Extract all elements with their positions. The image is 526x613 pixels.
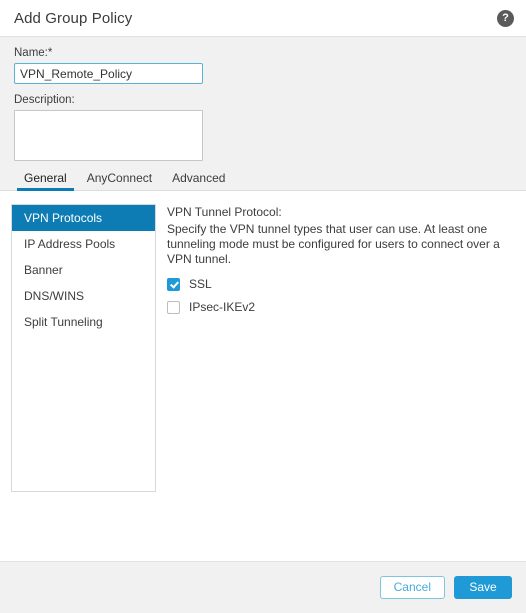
- page-title: Add Group Policy: [14, 9, 133, 27]
- add-group-policy-dialog: Add Group Policy ? Name:* Description: G…: [0, 0, 526, 613]
- tab-bar: General AnyConnect Advanced: [0, 167, 526, 191]
- checkbox-ipsec-ikev2-label: IPsec-IKEv2: [189, 300, 256, 314]
- sidebar-item-banner[interactable]: Banner: [12, 257, 155, 283]
- description-textarea[interactable]: [14, 110, 203, 161]
- dialog-body: VPN Protocols IP Address Pools Banner DN…: [0, 191, 526, 561]
- name-label: Name:*: [14, 47, 53, 59]
- checkbox-row-ipsec-ikev2[interactable]: IPsec-IKEv2: [167, 301, 520, 314]
- tab-advanced[interactable]: Advanced: [162, 171, 235, 190]
- sidebar-item-vpn-protocols[interactable]: VPN Protocols: [12, 205, 155, 231]
- content-panel: VPN Tunnel Protocol: Specify the VPN tun…: [156, 204, 526, 561]
- sidebar-item-dns-wins[interactable]: DNS/WINS: [12, 283, 155, 309]
- description-label: Description:: [14, 94, 75, 106]
- cancel-button[interactable]: Cancel: [379, 576, 445, 599]
- name-field-wrapper: [14, 63, 203, 84]
- tab-anyconnect[interactable]: AnyConnect: [77, 171, 162, 190]
- checkbox-row-ssl[interactable]: SSL: [167, 278, 520, 291]
- checkbox-ssl-label: SSL: [189, 277, 212, 291]
- dialog-header: Add Group Policy ?: [0, 0, 526, 37]
- side-nav: VPN Protocols IP Address Pools Banner DN…: [11, 204, 156, 492]
- name-input[interactable]: [14, 63, 203, 84]
- content-description: Specify the VPN tunnel types that user c…: [167, 222, 500, 266]
- checkbox-ssl[interactable]: [167, 278, 180, 291]
- form-region: Name:* Description:: [0, 37, 526, 167]
- content-title: VPN Tunnel Protocol:: [167, 205, 282, 219]
- sidebar-item-ip-address-pools[interactable]: IP Address Pools: [12, 231, 155, 257]
- dialog-footer: Cancel Save: [0, 561, 526, 613]
- help-circle-icon[interactable]: ?: [497, 9, 514, 27]
- sidebar-item-split-tunneling[interactable]: Split Tunneling: [12, 309, 155, 335]
- checkbox-ipsec-ikev2[interactable]: [167, 301, 180, 314]
- tab-general[interactable]: General: [14, 171, 77, 191]
- save-button[interactable]: Save: [454, 576, 512, 599]
